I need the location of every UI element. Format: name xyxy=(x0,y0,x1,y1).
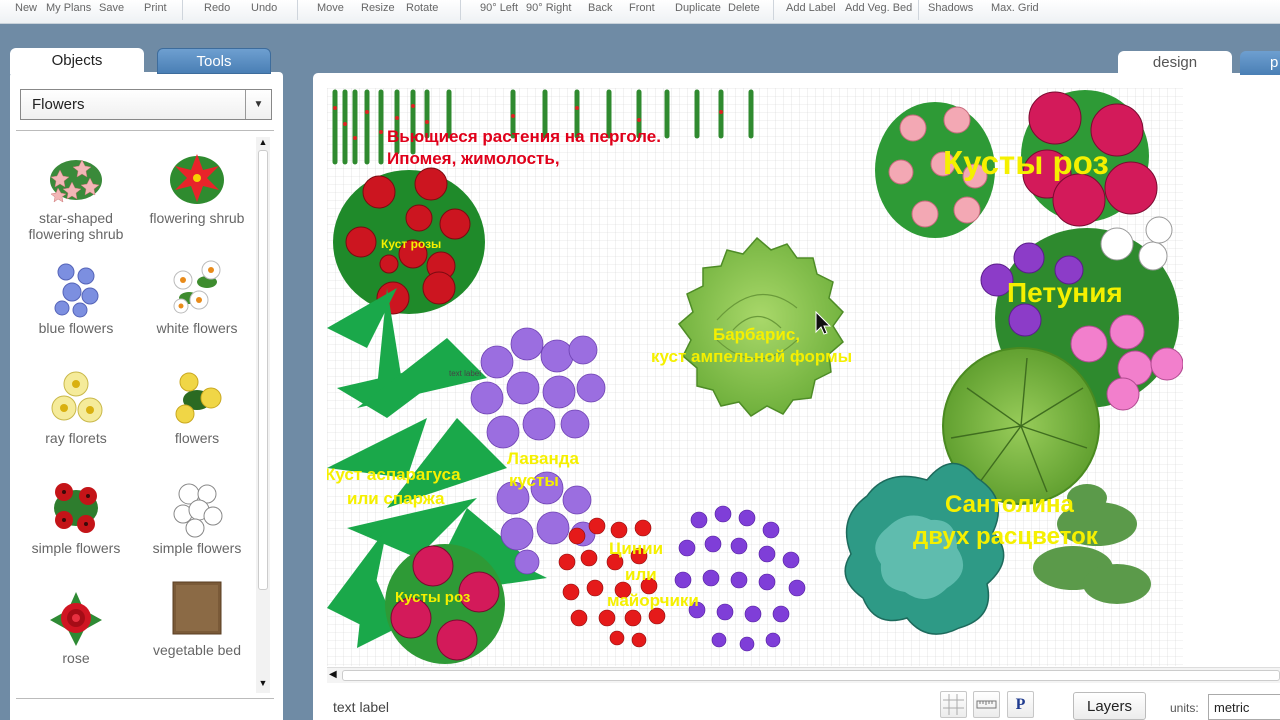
layers-button[interactable]: Layers xyxy=(1073,692,1146,720)
label-lavender-2[interactable]: кусты xyxy=(509,471,559,490)
toolbar-divider xyxy=(773,0,774,20)
label-barberry-1[interactable]: Барбарис, xyxy=(713,325,800,344)
design-canvas[interactable]: Вьющиеся растения на перголе. Ипомея, жи… xyxy=(327,88,1183,666)
rotate-button[interactable]: Rotate xyxy=(406,2,438,14)
shadows-button[interactable]: Shadows xyxy=(928,2,973,14)
label-rose-bushes-top[interactable]: Кусты роз xyxy=(943,144,1109,181)
label-rose-bushes-bottom[interactable]: Кусты роз xyxy=(395,589,470,606)
toolbar: New My Plans Save Print Redo Undo Move R… xyxy=(0,0,1280,24)
object-label: blue flowers xyxy=(38,320,114,336)
undo-button[interactable]: Undo xyxy=(251,2,277,14)
redo-button[interactable]: Redo xyxy=(204,2,230,14)
grid-icon xyxy=(943,694,964,715)
ray-florets-icon xyxy=(51,371,103,423)
object-item-flowers[interactable]: flowers xyxy=(137,368,257,446)
max-grid-button[interactable]: Max. Grid xyxy=(991,2,1039,14)
object-item-white-flowers[interactable]: white flowers xyxy=(137,258,257,336)
units-select[interactable]: metric xyxy=(1208,694,1280,720)
move-button[interactable]: Move xyxy=(317,2,344,14)
object-label: star-shaped flowering shrub xyxy=(28,210,124,242)
divider xyxy=(16,698,274,699)
blue-flowers-icon xyxy=(54,263,99,318)
tab-design[interactable]: design xyxy=(1118,51,1232,75)
toolbar-divider xyxy=(918,0,919,20)
front-button[interactable]: Front xyxy=(629,2,655,14)
rotate-right-button[interactable]: 90° Right xyxy=(526,2,571,14)
canvas-hscroll-thumb[interactable] xyxy=(342,670,1280,681)
label-petunia[interactable]: Петуния xyxy=(1007,277,1123,308)
objects-scroll-thumb[interactable] xyxy=(258,150,268,590)
add-veg-bed-button[interactable]: Add Veg. Bed xyxy=(845,2,912,14)
divider xyxy=(16,130,274,131)
object-label: flowers xyxy=(174,430,220,446)
print-button[interactable]: Print xyxy=(144,2,167,14)
plant-labels-toggle-button[interactable]: P xyxy=(1007,691,1034,718)
save-button[interactable]: Save xyxy=(99,2,124,14)
object-label: simple flowers xyxy=(31,540,121,556)
category-value: Flowers xyxy=(32,96,85,113)
label-barberry-2[interactable]: куст ампельной формы xyxy=(651,347,852,366)
scroll-down-icon[interactable]: ▼ xyxy=(256,678,270,690)
object-item-flowering-shrub[interactable]: flowering shrub xyxy=(137,148,257,226)
object-label: rose xyxy=(62,650,90,666)
toolbar-divider xyxy=(460,0,461,20)
back-button[interactable]: Back xyxy=(588,2,612,14)
object-item-rose[interactable]: rose xyxy=(16,588,136,666)
label-pergola[interactable]: Вьющиеся растения на перголе. xyxy=(387,127,661,146)
label-santolina-2[interactable]: двух расцветок xyxy=(913,523,1099,550)
label-zinnia-1[interactable]: Цинии xyxy=(609,539,663,558)
my-plans-button[interactable]: My Plans xyxy=(46,2,91,14)
object-item-star-shaped-shrub[interactable]: star-shaped flowering shrub xyxy=(16,148,136,242)
object-item-red-simple-flowers[interactable]: simple flowers xyxy=(16,478,136,556)
yellow-flowers-icon xyxy=(175,372,222,424)
label-zinnia-3[interactable]: майорчики xyxy=(607,591,699,610)
object-item-blue-flowers[interactable]: blue flowers xyxy=(16,258,136,336)
vegetable-bed-icon xyxy=(172,581,222,635)
label-asparagus-2[interactable]: или спаржа xyxy=(347,489,445,508)
toolbar-divider xyxy=(297,0,298,20)
star-shaped-shrub-icon xyxy=(50,159,102,203)
object-label: vegetable bed xyxy=(153,642,241,658)
white-simple-flowers-icon xyxy=(173,483,223,538)
tab-objects[interactable]: Objects xyxy=(10,48,144,74)
scroll-left-icon[interactable]: ◀ xyxy=(329,669,337,680)
canvas-text-label[interactable]: text label xyxy=(449,369,481,378)
flowering-shrub-icon xyxy=(170,154,224,204)
rose-icon xyxy=(50,592,102,646)
label-rose-bush[interactable]: Куст розы xyxy=(381,237,441,251)
duplicate-button[interactable]: Duplicate xyxy=(675,2,721,14)
grid-toggle-button[interactable] xyxy=(940,691,967,718)
tab-plants[interactable]: p xyxy=(1240,51,1280,75)
object-label: flowering shrub xyxy=(149,210,245,226)
units-label: units: xyxy=(1170,701,1199,715)
object-item-vegetable-bed[interactable]: vegetable bed xyxy=(137,580,257,658)
object-label: ray florets xyxy=(45,430,107,446)
object-label: white flowers xyxy=(156,320,238,336)
label-pergola-2[interactable]: Ипомея, жимолость, xyxy=(387,149,560,168)
ruler-icon xyxy=(976,700,997,709)
toolbar-divider xyxy=(182,0,183,20)
resize-button[interactable]: Resize xyxy=(361,2,395,14)
status-selection-label: text label xyxy=(333,699,390,715)
tab-tools[interactable]: Tools xyxy=(157,48,271,74)
scroll-up-icon[interactable]: ▲ xyxy=(256,137,270,149)
rotate-left-button[interactable]: 90° Left xyxy=(480,2,518,14)
object-label: simple flowers xyxy=(152,540,242,556)
label-zinnia-2[interactable]: или xyxy=(625,565,657,584)
chevron-down-icon[interactable]: ▼ xyxy=(245,90,271,119)
label-asparagus-1[interactable]: Куст аспарагуса xyxy=(327,465,461,484)
category-select[interactable]: Flowers ▼ xyxy=(20,89,272,120)
object-item-ray-florets[interactable]: ray florets xyxy=(16,368,136,446)
add-label-button[interactable]: Add Label xyxy=(786,2,836,14)
object-item-white-simple-flowers[interactable]: simple flowers xyxy=(137,478,257,556)
white-flowers-icon xyxy=(173,260,221,314)
red-simple-flowers-icon xyxy=(54,483,98,533)
delete-button[interactable]: Delete xyxy=(728,2,760,14)
ruler-toggle-button[interactable] xyxy=(973,691,1000,718)
label-lavender-1[interactable]: Лаванда xyxy=(507,449,580,468)
new-button[interactable]: New xyxy=(15,2,37,14)
label-santolina-1[interactable]: Сантолина xyxy=(945,491,1074,518)
